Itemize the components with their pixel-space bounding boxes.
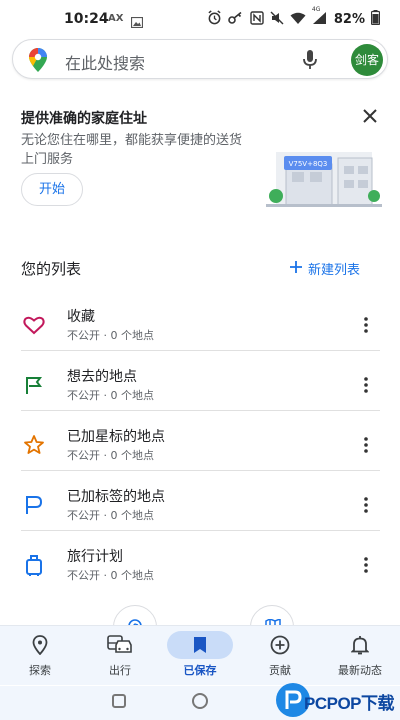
list-item-subtitle: 不公开 · 0 个地点 — [67, 449, 154, 462]
mute-icon — [270, 10, 284, 29]
list-item-labeled[interactable]: 已加标签的地点 不公开 · 0 个地点 — [0, 483, 400, 543]
illustration-plus-code: V75V+8Q3 — [289, 160, 328, 168]
avatar[interactable]: 剑客 — [351, 44, 383, 76]
more-options-icon[interactable] — [360, 375, 372, 399]
list-item-travel-plans[interactable]: 旅行计划 不公开 · 0 个地点 — [0, 543, 400, 603]
list-item-want-to-go[interactable]: 想去的地点 不公开 · 0 个地点 — [0, 363, 400, 423]
divider — [21, 350, 380, 351]
recents-button[interactable] — [112, 694, 126, 708]
car-bus-icon — [80, 632, 160, 658]
list-item-subtitle: 不公开 · 0 个地点 — [67, 389, 154, 402]
search-bar[interactable]: 在此处搜索 剑客 — [12, 39, 388, 79]
plus-icon — [290, 260, 302, 277]
label-flag-icon — [22, 493, 46, 517]
nav-commute[interactable]: 出行 — [80, 632, 160, 678]
nav-label: 贡献 — [269, 664, 291, 677]
list-item-subtitle: 不公开 · 0 个地点 — [67, 569, 154, 582]
status-icons: 4G 82% — [207, 6, 381, 29]
list-item-subtitle: 不公开 · 0 个地点 — [67, 329, 154, 342]
nfc-icon — [250, 10, 264, 29]
list-item-favorites[interactable]: 收藏 不公开 · 0 个地点 — [0, 303, 400, 363]
flag-icon — [22, 373, 46, 397]
your-lists-title: 您的列表 — [21, 260, 82, 278]
promo-title: 提供准确的家庭住址 — [21, 111, 147, 127]
heart-icon — [22, 313, 46, 337]
new-list-label: 新建列表 — [308, 263, 361, 278]
google-maps-pin-icon — [29, 48, 47, 76]
watermark: PCPOP下载 — [276, 683, 400, 720]
location-pin-icon — [0, 632, 80, 658]
bell-icon — [320, 632, 400, 658]
list-item-starred[interactable]: 已加星标的地点 不公开 · 0 个地点 — [0, 423, 400, 483]
status-carrier-tag: AX — [108, 13, 124, 24]
nav-label: 已保存 — [183, 664, 217, 677]
nav-label: 出行 — [109, 664, 131, 677]
nav-updates[interactable]: 最新动态 — [320, 632, 400, 678]
status-bar: 10:24 AX 4G 82% — [0, 0, 400, 38]
promo-description: 无论您住在哪里，都能获享便捷的送货上门服务 — [21, 133, 243, 167]
status-time: 10:24 — [64, 11, 109, 27]
signal-tag: 4G — [311, 6, 321, 13]
nav-label: 探索 — [29, 664, 51, 677]
list-item-subtitle: 不公开 · 0 个地点 — [67, 509, 154, 522]
signal-icon: 4G — [312, 6, 328, 29]
image-notification-icon — [130, 13, 144, 32]
more-options-icon[interactable] — [360, 555, 372, 579]
wifi-icon — [290, 10, 306, 29]
luggage-icon — [22, 553, 46, 577]
start-button[interactable]: 开始 — [21, 173, 83, 206]
nav-contribute[interactable]: 贡献 — [240, 632, 320, 678]
list-item-title: 想去的地点 — [67, 369, 137, 385]
more-options-icon[interactable] — [360, 495, 372, 519]
search-input[interactable]: 在此处搜索 — [65, 50, 145, 74]
list-item-title: 旅行计划 — [67, 549, 123, 565]
more-options-icon[interactable] — [360, 315, 372, 339]
new-list-button[interactable]: 新建列表 — [290, 259, 360, 278]
divider — [21, 530, 380, 531]
more-options-icon[interactable] — [360, 435, 372, 459]
microphone-icon[interactable] — [301, 49, 319, 75]
divider — [21, 470, 380, 471]
close-icon[interactable] — [360, 106, 380, 130]
bottom-navigation: 探索 出行 已保存 贡献 最新动态 — [0, 625, 400, 685]
nav-saved[interactable]: 已保存 — [160, 632, 240, 678]
divider — [21, 410, 380, 411]
list-item-title: 收藏 — [67, 309, 95, 325]
list-item-title: 已加星标的地点 — [67, 429, 165, 445]
watermark-text: PCPOP下载 — [304, 694, 395, 713]
star-icon — [22, 433, 46, 457]
add-circle-icon — [240, 632, 320, 658]
list-item-title: 已加标签的地点 — [67, 489, 165, 505]
alarm-icon — [207, 10, 222, 29]
key-icon — [228, 10, 244, 29]
battery-percent: 82% — [333, 12, 365, 27]
battery-icon — [370, 10, 381, 29]
home-button[interactable] — [192, 693, 208, 709]
home-address-illustration: V75V+8Q3 — [266, 134, 382, 216]
nav-explore[interactable]: 探索 — [0, 632, 80, 678]
bookmark-icon — [160, 632, 240, 658]
nav-label: 最新动态 — [338, 664, 382, 677]
